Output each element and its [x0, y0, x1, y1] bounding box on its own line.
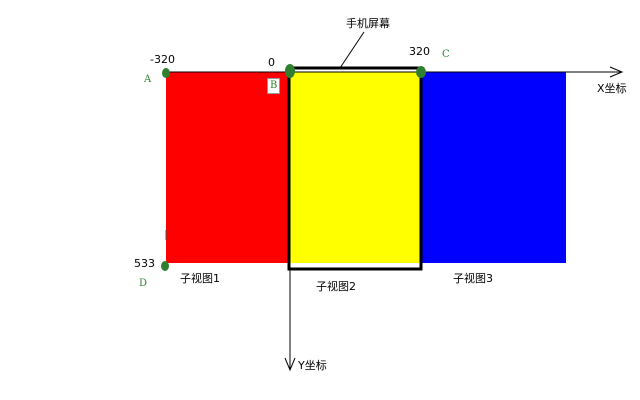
subview-1-rect	[166, 72, 291, 263]
x-axis-label: X坐标	[597, 82, 627, 95]
screen-label: 手机屏幕	[346, 17, 390, 30]
point-d-label: D	[139, 278, 148, 289]
tick-minus-320: -320	[150, 53, 175, 66]
point-a-label: A	[144, 74, 152, 85]
point-c-label: C	[442, 49, 450, 60]
y-axis-label: Y坐标	[298, 359, 327, 372]
point-d-dot	[161, 261, 169, 271]
point-b-dot	[285, 64, 295, 78]
subview-2-label: 子视图2	[316, 280, 356, 293]
point-b-label: B	[267, 78, 281, 94]
diagram-canvas: 手机屏幕 -320 0 320 533 A B C D X坐标 Y坐标 子视图1…	[0, 0, 640, 400]
point-a-dot	[162, 68, 170, 78]
subview-3-rect	[421, 72, 566, 263]
tick-320: 320	[409, 45, 430, 58]
subview-3-label: 子视图3	[453, 272, 493, 285]
diagram-graphics	[161, 31, 624, 372]
tick-zero: 0	[268, 56, 275, 69]
subview-1-label: 子视图1	[180, 272, 220, 285]
screen-label-leader	[339, 31, 365, 69]
point-c-dot	[416, 66, 426, 78]
subview-2-rect	[290, 72, 421, 263]
tick-533: 533	[134, 257, 155, 270]
